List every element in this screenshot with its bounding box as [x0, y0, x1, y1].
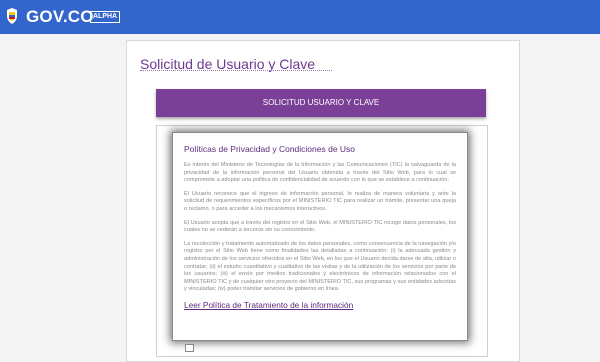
title-underline: [140, 70, 332, 71]
policy-paragraph: El Usuario reconoce que el ingreso de in…: [184, 190, 456, 212]
alpha-badge: ALPHA: [90, 11, 121, 23]
policy-paragraph: El Usuario acepta que a través del regis…: [184, 219, 456, 234]
modal-title: Políticas de Privacidad y Condiciones de…: [184, 144, 356, 154]
top-bar: GOV.CO ALPHA: [0, 0, 600, 34]
read-policy-link[interactable]: Leer Política de Tratamiento de la infor…: [184, 300, 456, 310]
brand-name[interactable]: GOV.CO: [26, 7, 94, 27]
policy-paragraph: La recolección y tratamiento automatizad…: [184, 240, 456, 293]
accept-terms-checkbox[interactable]: [185, 344, 194, 352]
section-header-bar: SOLICITUD USUARIO Y CLAVE: [156, 89, 486, 117]
privacy-policy-modal: Políticas de Privacidad y Condiciones de…: [172, 132, 468, 341]
policy-paragraph: Es interés del Ministerio de Tecnologías…: [184, 162, 456, 184]
colombia-coat-of-arms-icon[interactable]: [6, 7, 18, 25]
